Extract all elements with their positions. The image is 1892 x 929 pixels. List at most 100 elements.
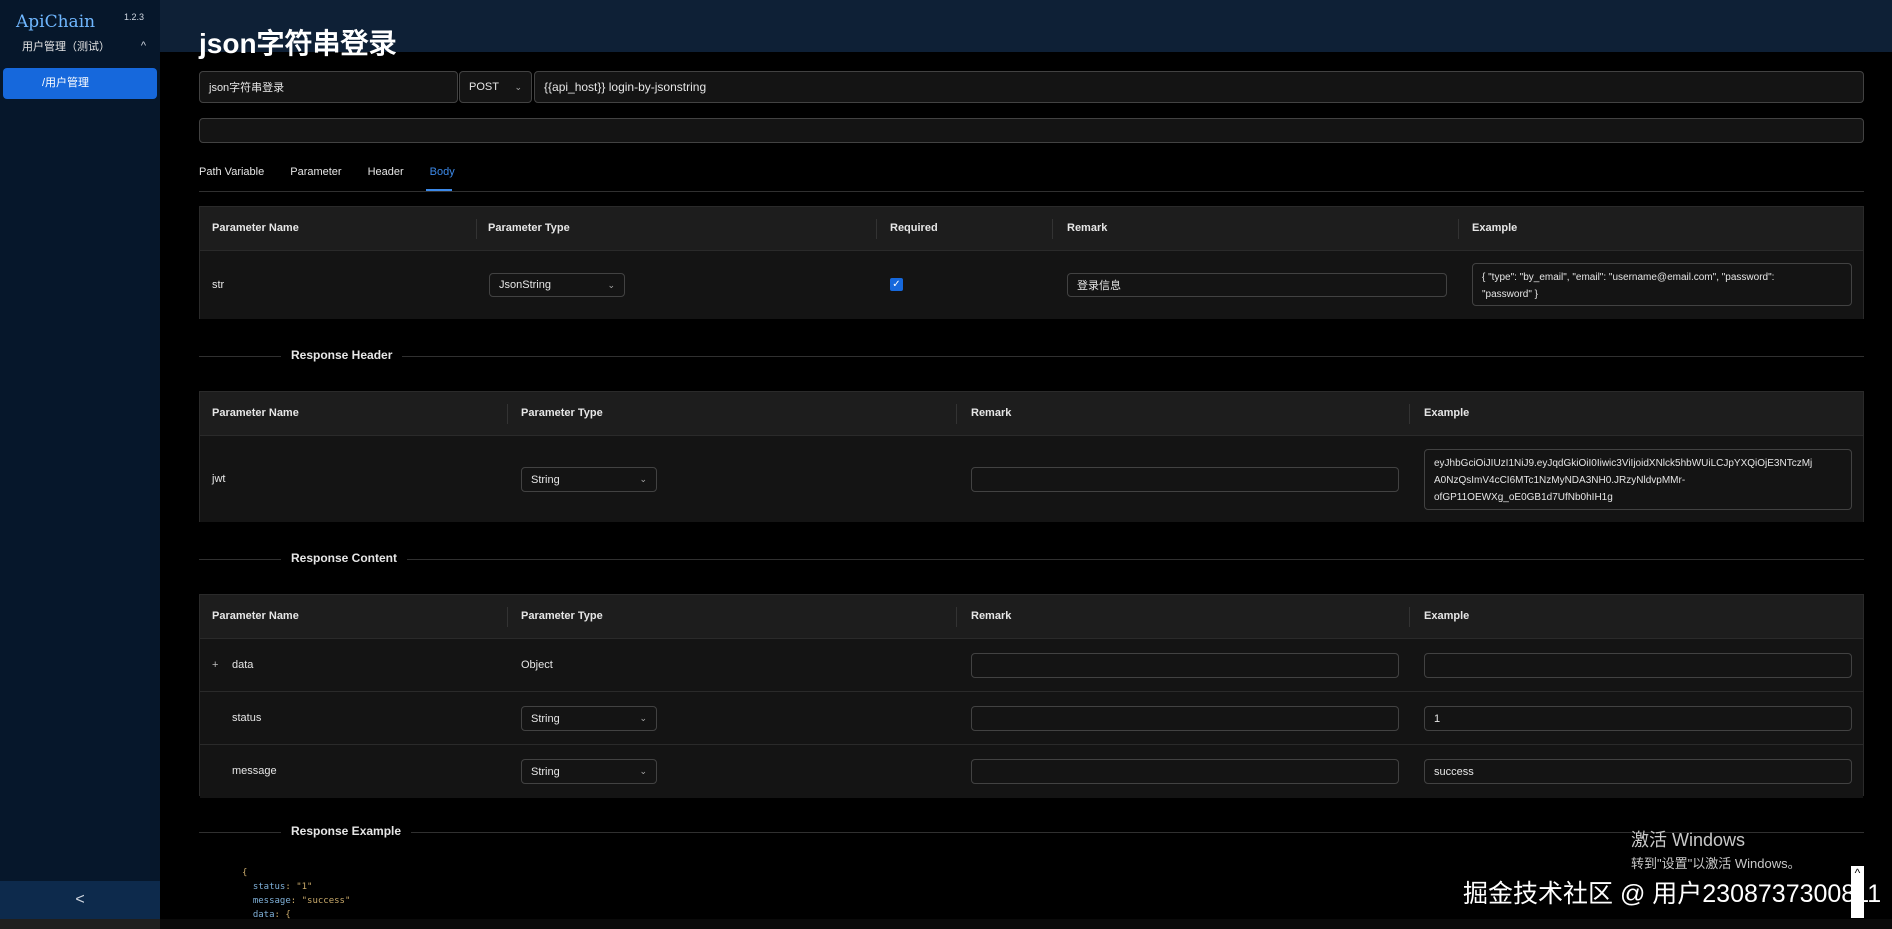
- col-required: Required: [890, 222, 938, 234]
- param-type-value: String: [531, 473, 560, 486]
- example-textarea[interactable]: { "type": "by_email", "email": "username…: [1472, 263, 1852, 306]
- response-example-title: Response Example: [281, 824, 412, 838]
- param-name: data: [232, 659, 254, 671]
- table-row: + data Object: [200, 639, 1863, 692]
- param-type-value: JsonString: [499, 279, 551, 291]
- chevron-down-icon: ⌄: [639, 474, 647, 484]
- tab-active-indicator: [426, 189, 452, 191]
- chevron-left-icon: <: [75, 891, 85, 908]
- table-row: str JsonString ⌄ ✓ 登录信息 { "type": "by_em…: [200, 251, 1863, 319]
- param-name: status: [232, 712, 262, 724]
- method-select[interactable]: POST ⌄: [459, 71, 532, 103]
- example-input[interactable]: 1: [1424, 706, 1852, 731]
- remark-input[interactable]: 登录信息: [1067, 273, 1447, 297]
- col-remark: Remark: [971, 610, 1012, 622]
- col-parameter-name: Parameter Name: [212, 407, 299, 419]
- sidebar-collapse-button[interactable]: <: [0, 881, 160, 919]
- column-separator: [1409, 404, 1410, 424]
- taskbar-strip: [160, 919, 1892, 929]
- col-example: Example: [1424, 610, 1470, 622]
- table-header: Parameter Name Parameter Type Remark Exa…: [200, 392, 1863, 436]
- response-content-table: Parameter Name Parameter Type Remark Exa…: [199, 594, 1864, 798]
- arrow-up-icon: ^: [1854, 866, 1861, 880]
- url-value: {{api_host}} login-by-jsonstring: [544, 80, 707, 94]
- column-separator: [956, 404, 957, 424]
- sidebar-group-user-management[interactable]: 用户管理（测试） ^: [22, 38, 146, 54]
- example-textarea[interactable]: eyJhbGciOiJIUzI1NiJ9.eyJqdGkiOiI0Iiwic3V…: [1424, 449, 1852, 510]
- example-line: ofGP11OEWXg_oE0GB1d7UfNb0hIH1g: [1434, 492, 1613, 503]
- param-name: jwt: [212, 473, 226, 485]
- chevron-up-icon: ^: [140, 40, 146, 52]
- param-type: Object: [521, 659, 553, 671]
- request-name-value: json字符串登录: [209, 82, 285, 94]
- column-separator: [507, 404, 508, 424]
- param-type-select[interactable]: JsonString ⌄: [489, 273, 625, 297]
- chevron-down-icon: ⌄: [639, 766, 647, 776]
- param-type-select[interactable]: String ⌄: [521, 706, 657, 731]
- tab-path-variable[interactable]: Path Variable: [199, 166, 264, 178]
- method-value: POST: [469, 81, 499, 93]
- required-checkbox[interactable]: ✓: [890, 278, 903, 291]
- column-separator: [507, 607, 508, 627]
- response-example-divider: [199, 832, 1864, 833]
- response-header-table: Parameter Name Parameter Type Remark Exa…: [199, 391, 1864, 522]
- response-example-code[interactable]: { status: "1" message: "success" data: {: [242, 866, 350, 922]
- column-separator: [1409, 607, 1410, 627]
- sidebar-item-user-management[interactable]: /用户管理: [3, 68, 157, 99]
- tab-divider: [199, 191, 1864, 192]
- request-name-input[interactable]: json字符串登录: [199, 71, 458, 103]
- topbar: [160, 0, 1892, 52]
- request-tabs: Path Variable Parameter Header Body: [199, 166, 455, 178]
- description-input[interactable]: [199, 118, 1864, 143]
- code-line: {: [242, 868, 248, 878]
- tab-body[interactable]: Body: [430, 166, 455, 178]
- response-header-divider: [199, 356, 1864, 357]
- chevron-down-icon: ⌄: [607, 279, 615, 290]
- app-brand[interactable]: ApiChain: [16, 12, 95, 32]
- chevron-down-icon: ⌄: [514, 81, 522, 92]
- body-params-table: Parameter Name Parameter Type Required R…: [199, 206, 1864, 319]
- tab-parameter[interactable]: Parameter: [290, 166, 341, 178]
- table-header: Parameter Name Parameter Type Remark Exa…: [200, 595, 1863, 639]
- remark-input[interactable]: [971, 653, 1399, 678]
- table-row: message String ⌄ success: [200, 745, 1863, 798]
- col-parameter-name: Parameter Name: [212, 222, 299, 234]
- param-name: message: [232, 765, 277, 777]
- response-header-title: Response Header: [281, 348, 403, 362]
- chevron-down-icon: ⌄: [639, 713, 647, 723]
- example-line: eyJhbGciOiJIUzI1NiJ9.eyJqdGkiOiI0Iiwic3V…: [1434, 458, 1813, 469]
- juejin-watermark: 掘金技术社区 @ 用户2308737300811: [1463, 880, 1882, 908]
- param-type-select[interactable]: String ⌄: [521, 759, 657, 784]
- code-key: message: [252, 896, 291, 906]
- col-example: Example: [1424, 407, 1470, 419]
- table-row: jwt String ⌄ eyJhbGciOiJIUzI1NiJ9.eyJqdG…: [200, 436, 1863, 522]
- tab-header[interactable]: Header: [368, 166, 404, 178]
- table-row: status String ⌄ 1: [200, 692, 1863, 745]
- column-separator: [876, 219, 877, 239]
- example-value: success: [1434, 765, 1474, 778]
- back-to-top-button[interactable]: ^: [1851, 866, 1864, 918]
- example-input[interactable]: success: [1424, 759, 1852, 784]
- code-line: message: "success": [252, 896, 351, 906]
- response-content-divider: [199, 559, 1864, 560]
- example-line: A0NzQsImV4cCI6MTc1NzMyNDA3NH0.JRzyNldvpM…: [1434, 475, 1686, 486]
- column-separator: [476, 219, 477, 239]
- table-header: Parameter Name Parameter Type Required R…: [200, 207, 1863, 251]
- app-version: 1.2.3: [124, 12, 145, 22]
- remark-input[interactable]: [971, 706, 1399, 731]
- response-content-title: Response Content: [281, 551, 408, 565]
- example-input[interactable]: [1424, 653, 1852, 678]
- url-input[interactable]: {{api_host}} login-by-jsonstring: [534, 71, 1864, 103]
- windows-activation-subtitle: 转到"设置"以激活 Windows。: [1631, 856, 1801, 871]
- remark-input[interactable]: [971, 759, 1399, 784]
- sidebar: ApiChain 1.2.3 用户管理（测试） ^ /用户管理 <: [0, 0, 160, 929]
- code-value: "1": [296, 882, 313, 892]
- param-type-select[interactable]: String ⌄: [521, 467, 657, 492]
- param-type-value: String: [531, 712, 560, 725]
- remark-input[interactable]: [971, 467, 1399, 492]
- expand-icon[interactable]: +: [212, 659, 218, 671]
- remark-value: 登录信息: [1077, 280, 1121, 292]
- column-separator: [956, 607, 957, 627]
- col-parameter-type: Parameter Type: [521, 610, 603, 622]
- example-line: "password" }: [1482, 289, 1539, 300]
